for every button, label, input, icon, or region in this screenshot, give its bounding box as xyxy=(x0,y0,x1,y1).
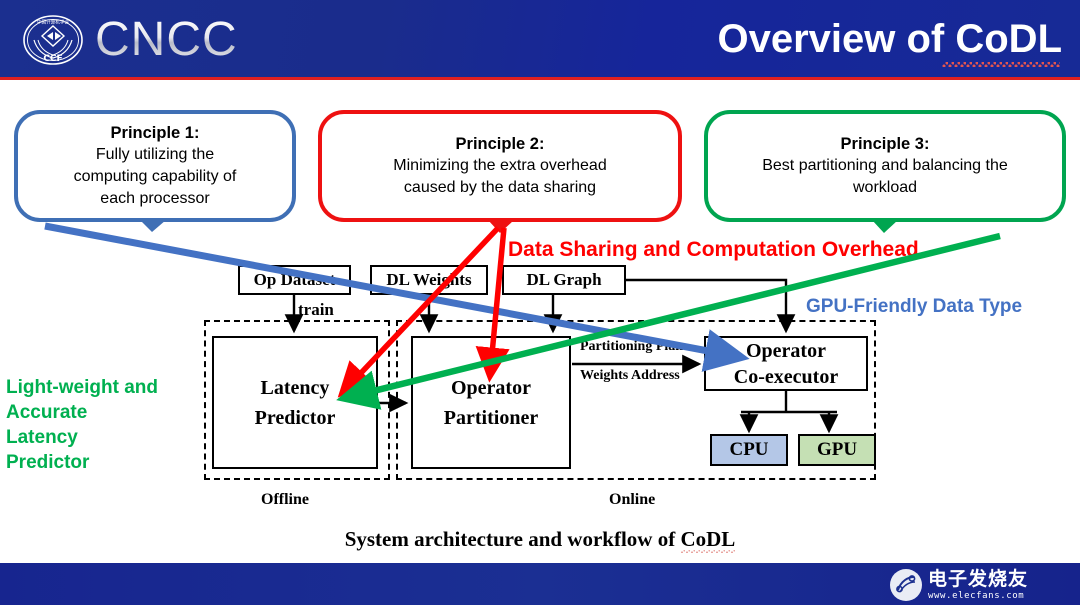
operator-partitioner-box: Operator Partitioner xyxy=(411,336,571,469)
principle-2-line-2: caused by the data sharing xyxy=(403,179,597,196)
latency-note-line-3: Latency xyxy=(6,427,78,448)
slide-canvas: CCF 中国计算机学会 CNCC Overview of CoDL Princi… xyxy=(0,0,1080,605)
latency-note-line-1: Light-weight and xyxy=(6,377,158,398)
svg-text:CCF: CCF xyxy=(43,54,62,64)
principle-1-heading: Principle 1: xyxy=(110,124,200,142)
elecfans-watermark: 电子发烧友 www.elecfans.com xyxy=(890,566,1070,604)
cpu-box: CPU xyxy=(710,434,788,466)
gpu-friendly-annotation: GPU-Friendly Data Type xyxy=(806,296,1023,317)
principle-3-callout: Principle 3: Best partitioning and balan… xyxy=(704,110,1066,222)
dl-graph-box: DL Graph xyxy=(502,265,626,295)
operator-coexecutor-box: Operator Co-executor xyxy=(704,336,868,391)
dl-weights-box: DL Weights xyxy=(370,265,488,295)
operator-partitioner-line-1: Operator xyxy=(451,376,531,399)
caption-prefix: System architecture and workflow of xyxy=(344,527,681,551)
slide-header: CCF 中国计算机学会 CNCC Overview of CoDL xyxy=(0,0,1080,80)
principle-2-heading: Principle 2: xyxy=(455,135,545,153)
watermark-label: 电子发烧友 xyxy=(928,567,1029,590)
partitioning-plan-edge-label: Partitioning Plan xyxy=(580,339,684,354)
svg-text:中国计算机学会: 中国计算机学会 xyxy=(37,19,70,26)
principle-1-line-3: each processor xyxy=(100,190,210,207)
op-dataset-box: Op Dataset xyxy=(238,265,351,295)
principle-2-line-1: Minimizing the extra overhead xyxy=(393,157,607,174)
principle-1-line-2: computing capability of xyxy=(73,168,237,185)
operator-coexecutor-line-2: Co-executor xyxy=(733,365,839,388)
elecfans-circuit-icon xyxy=(890,569,922,601)
data-sharing-annotation: Data Sharing and Computation Overhead xyxy=(508,238,919,261)
cncc-wordmark: CNCC xyxy=(95,13,238,66)
operator-coexecutor-line-1: Operator xyxy=(746,339,826,362)
train-edge-label: train xyxy=(298,300,334,319)
principle-2-callout: Principle 2: Minimizing the extra overhe… xyxy=(318,110,682,222)
principle-3-line-2: workload xyxy=(852,179,918,196)
operator-partitioner-line-2: Partitioner xyxy=(443,406,539,429)
offline-phase-label: Offline xyxy=(261,491,309,508)
latency-predictor-line-2: Predictor xyxy=(254,406,336,429)
caption-highlight: CoDL xyxy=(680,527,736,551)
principle-1-callout: Principle 1: Fully utilizing the computi… xyxy=(14,110,296,222)
diagram-caption: System architecture and workflow of CoDL xyxy=(0,527,1080,552)
principle-3-line-1: Best partitioning and balancing the xyxy=(762,157,1008,174)
principle-3-heading: Principle 3: xyxy=(840,135,930,153)
latency-predictor-annotation: Light-weight and Accurate Latency Predic… xyxy=(6,375,201,475)
gpu-box: GPU xyxy=(798,434,876,466)
page-title: Overview of CoDL xyxy=(717,17,1062,61)
title-spellcheck-underline xyxy=(942,62,1060,67)
principle-1-line-1: Fully utilizing the xyxy=(95,146,215,163)
latency-predictor-line-1: Latency xyxy=(260,376,330,399)
latency-note-line-2: Accurate xyxy=(6,402,88,423)
watermark-url: www.elecfans.com xyxy=(928,590,1025,601)
weights-address-edge-label: Weights Address xyxy=(580,368,680,383)
latency-predictor-box: Latency Predictor xyxy=(212,336,378,469)
latency-note-line-4: Predictor xyxy=(6,452,90,473)
ccf-logo: CCF 中国计算机学会 xyxy=(22,14,84,66)
online-phase-label: Online xyxy=(609,491,656,508)
